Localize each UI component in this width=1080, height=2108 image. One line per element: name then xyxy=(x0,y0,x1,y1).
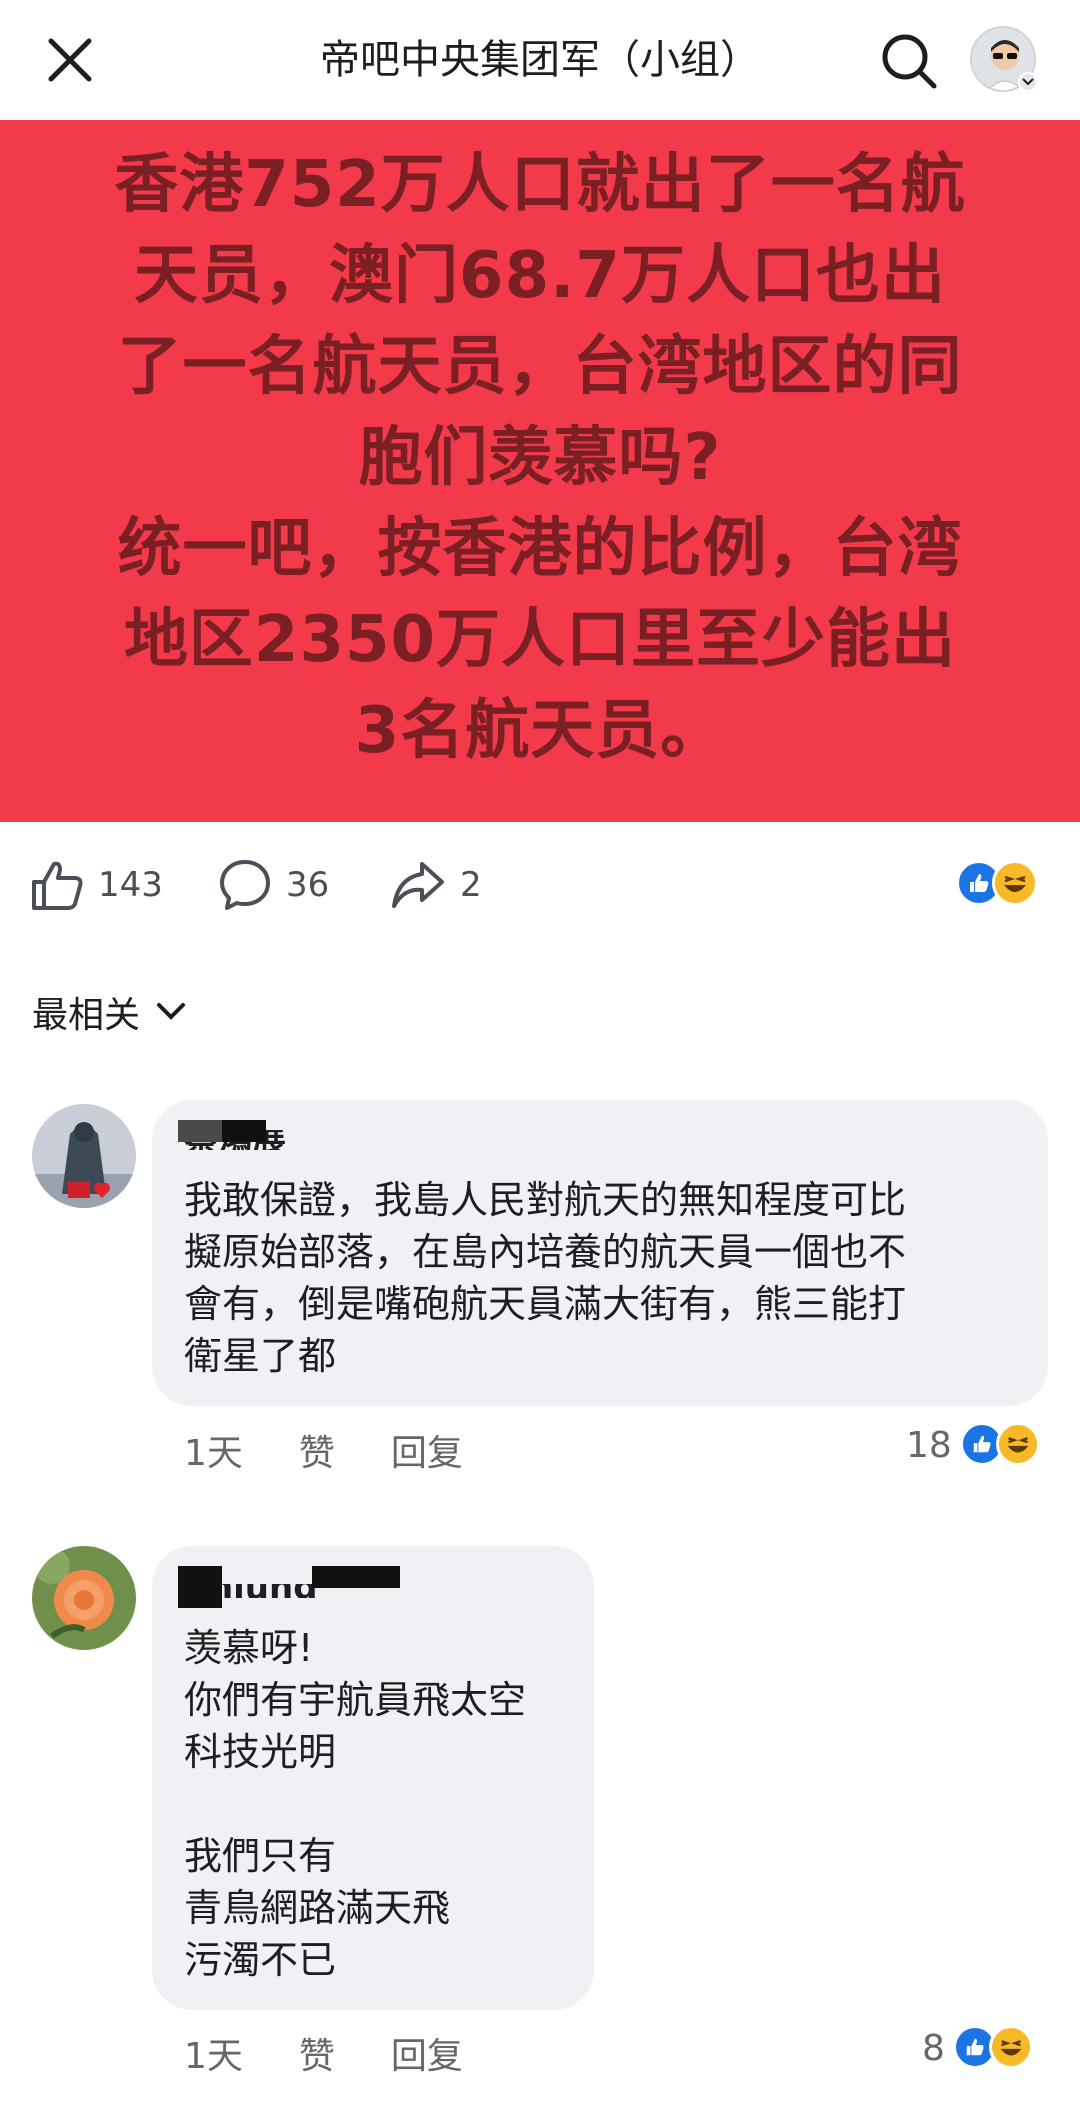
redaction-block xyxy=(222,1566,312,1584)
comment-reaction-count: 18 xyxy=(906,1424,952,1466)
search-icon xyxy=(882,34,937,89)
comment-count: 36 xyxy=(286,865,330,905)
comment-icon xyxy=(220,860,270,910)
chevron-down-icon xyxy=(157,1003,186,1020)
post-actions-bar: 143 36 2 xyxy=(0,840,1080,930)
redaction-block xyxy=(266,1120,346,1130)
comment-reply-button[interactable]: 回复 xyxy=(391,1424,463,1476)
comment-reply-button[interactable]: 回复 xyxy=(391,2027,463,2079)
share-count: 2 xyxy=(460,865,482,905)
redaction-block xyxy=(312,1566,400,1588)
comment-sort-dropdown[interactable]: 最相关 xyxy=(32,982,186,1042)
search-button[interactable] xyxy=(876,28,942,94)
haha-reaction-icon xyxy=(995,1422,1040,1466)
post-reactions-summary[interactable] xyxy=(956,860,1056,910)
share-icon xyxy=(392,862,444,908)
profile-avatar-button[interactable] xyxy=(970,26,1040,96)
comment-button[interactable]: 36 xyxy=(218,850,329,920)
thumbs-up-icon xyxy=(32,861,83,910)
haha-reaction-icon xyxy=(992,860,1038,906)
share-button[interactable]: 2 xyxy=(390,850,482,920)
redaction-block xyxy=(178,1566,222,1608)
post-body: 香港752万人口就出了一名航 天员，澳门68.7万人口也出 了一名航天员，台湾地… xyxy=(114,148,966,768)
like-count: 143 xyxy=(98,865,163,905)
sort-label: 最相关 xyxy=(32,995,141,1036)
comment-body: 羡慕呀! 你們有宇航員飛太空 科技光明 我們只有 青鳥網路滿天飛 污濁不已 xyxy=(184,1626,527,1982)
comment-body: 我敢保證，我島人民對航天的無知程度可比 擬原始部落，在島內培養的航天員一個也不 … xyxy=(184,1178,907,1378)
commenter-avatar[interactable] xyxy=(32,1104,136,1208)
post-text-card: 香港752万人口就出了一名航 天员，澳门68.7万人口也出 了一名航天员，台湾地… xyxy=(0,120,1080,822)
comment-like-button[interactable]: 赞 xyxy=(299,1424,335,1476)
comment-reaction-count: 8 xyxy=(922,2027,945,2069)
top-bar: 帝吧中央集团军（小组） xyxy=(0,0,1080,120)
comment-time[interactable]: 1天 xyxy=(184,2027,243,2079)
haha-reaction-icon xyxy=(988,2025,1033,2069)
commenter-avatar[interactable] xyxy=(32,1546,136,1650)
chevron-down-icon xyxy=(1018,72,1038,92)
comment-like-button[interactable]: 赞 xyxy=(299,2027,335,2079)
redaction-block xyxy=(222,1120,266,1142)
comment-meta: 1天 赞 回复 xyxy=(184,1424,463,1476)
like-button[interactable]: 143 xyxy=(30,850,163,920)
comment-time[interactable]: 1天 xyxy=(184,1424,243,1476)
comment-meta: 1天 赞 回复 xyxy=(184,2027,463,2079)
comment-reactions[interactable]: 18 xyxy=(906,1422,1046,1468)
comment-reactions[interactable]: 8 xyxy=(922,2025,1039,2071)
